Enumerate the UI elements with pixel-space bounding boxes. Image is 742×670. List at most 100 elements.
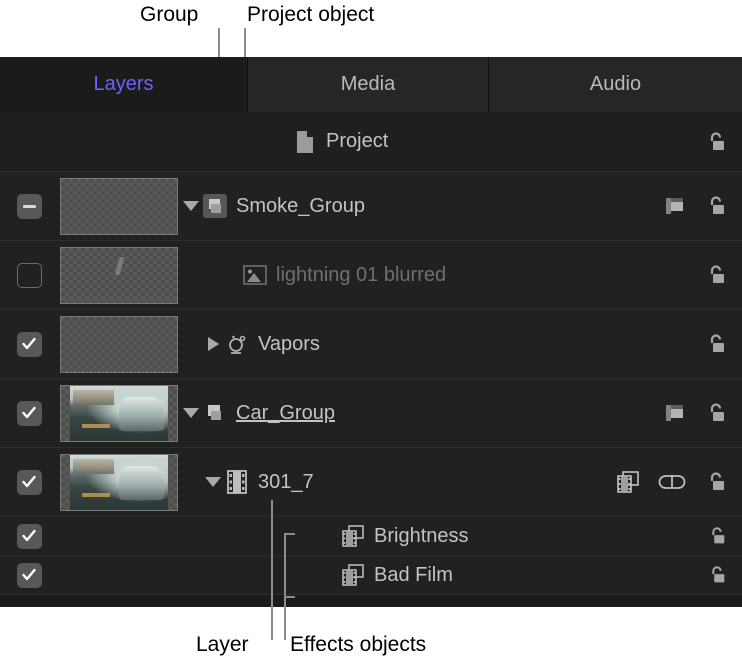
checkmark-icon bbox=[22, 568, 36, 581]
row-label: Vapors bbox=[258, 332, 320, 355]
unlock-icon[interactable] bbox=[704, 130, 728, 154]
unlock-icon[interactable] bbox=[704, 470, 728, 494]
row-name-cell: Bad Film bbox=[180, 563, 706, 587]
disclosure-triangle-open[interactable] bbox=[180, 408, 202, 418]
row-thumbnail bbox=[60, 315, 178, 373]
row-thumbnail-cell bbox=[58, 315, 180, 373]
filter-icon[interactable] bbox=[616, 470, 640, 494]
checkbox-dash-icon bbox=[22, 204, 36, 208]
row-thumbnail-cell bbox=[58, 177, 180, 235]
row-label: Project bbox=[326, 130, 389, 152]
checkmark-icon bbox=[22, 529, 36, 542]
row-enable-cell bbox=[0, 262, 58, 288]
table-row[interactable]: Vapors bbox=[0, 310, 742, 379]
unlock-icon[interactable] bbox=[704, 401, 728, 425]
annotation-effects-objects-label: Effects objects bbox=[290, 633, 427, 656]
group-icon bbox=[202, 193, 228, 219]
checkmark-icon bbox=[22, 337, 36, 350]
row-label: 301_7 bbox=[258, 470, 314, 493]
row-icons-cell bbox=[704, 130, 742, 154]
unlock-icon[interactable] bbox=[704, 263, 728, 287]
leader-bracket-bottom bbox=[284, 596, 295, 598]
row-enable-cell bbox=[0, 523, 58, 549]
disclosure-triangle-open[interactable] bbox=[202, 477, 224, 487]
row-icons-cell bbox=[704, 332, 742, 356]
row-icons-cell bbox=[616, 470, 742, 494]
row-enable-cell bbox=[0, 562, 58, 588]
thumbnail-car-image bbox=[70, 454, 168, 510]
row-thumbnail-cell bbox=[58, 246, 180, 304]
tab-audio-label: Audio bbox=[589, 73, 642, 95]
row-enable-checkbox[interactable] bbox=[16, 262, 42, 288]
unlock-icon[interactable] bbox=[706, 564, 728, 586]
row-thumbnail-cell bbox=[58, 453, 180, 511]
leader-line-effects bbox=[284, 533, 286, 640]
row-thumbnail-cell bbox=[58, 384, 180, 442]
tab-media[interactable]: Media bbox=[248, 57, 489, 112]
table-row[interactable]: Project bbox=[0, 112, 742, 172]
annotation-project-object-label: Project object bbox=[247, 3, 375, 26]
table-row[interactable]: Brightness bbox=[0, 517, 742, 556]
table-row[interactable]: lightning 01 blurred bbox=[0, 241, 742, 310]
mask-icon[interactable] bbox=[664, 195, 686, 217]
checkmark-icon bbox=[22, 406, 36, 419]
tab-media-label: Media bbox=[340, 73, 396, 95]
row-name-cell: 301_7 bbox=[180, 469, 616, 495]
row-label: Bad Film bbox=[374, 563, 453, 586]
row-name-cell: Project bbox=[180, 130, 704, 154]
row-enable-checkbox[interactable] bbox=[16, 469, 42, 495]
row-icons-cell bbox=[664, 194, 742, 218]
film-icon bbox=[224, 469, 250, 495]
checkmark-icon bbox=[22, 475, 36, 488]
unlock-icon[interactable] bbox=[704, 194, 728, 218]
row-enable-checkbox[interactable] bbox=[16, 193, 42, 219]
row-enable-checkbox[interactable] bbox=[16, 331, 42, 357]
layers-panel: Layers Media Audio Project Smoke_Group l… bbox=[0, 57, 742, 607]
table-row[interactable]: Bad Film bbox=[0, 556, 742, 595]
row-enable-checkbox[interactable] bbox=[16, 562, 42, 588]
row-name-cell: Car_Group bbox=[180, 400, 664, 426]
table-row[interactable]: Smoke_Group bbox=[0, 172, 742, 241]
thumbnail-car-image bbox=[70, 385, 168, 441]
link-icon[interactable] bbox=[658, 473, 686, 491]
thumbnail-lightning-mark bbox=[114, 257, 125, 276]
tab-audio[interactable]: Audio bbox=[489, 57, 742, 112]
tab-layers[interactable]: Layers bbox=[0, 57, 248, 112]
table-row[interactable]: Car_Group bbox=[0, 379, 742, 448]
row-enable-cell bbox=[0, 469, 58, 495]
mask-icon[interactable] bbox=[664, 402, 686, 424]
row-enable-cell bbox=[0, 400, 58, 426]
row-label[interactable]: Car_Group bbox=[236, 402, 335, 425]
row-enable-checkbox[interactable] bbox=[16, 523, 42, 549]
row-icons-cell bbox=[704, 263, 742, 287]
row-thumbnail bbox=[60, 384, 178, 442]
row-label: Smoke_Group bbox=[236, 194, 365, 217]
document-icon bbox=[292, 130, 318, 154]
annotation-group-label: Group bbox=[140, 3, 199, 26]
disclosure-triangle-open[interactable] bbox=[180, 201, 202, 211]
row-name-cell: Smoke_Group bbox=[180, 193, 664, 219]
row-icons-cell bbox=[706, 564, 742, 586]
effect-icon bbox=[340, 563, 366, 587]
leader-bracket-top bbox=[284, 533, 295, 535]
row-label: lightning 01 blurred bbox=[276, 263, 447, 286]
panel-tab-bar: Layers Media Audio bbox=[0, 57, 742, 112]
row-enable-checkbox[interactable] bbox=[16, 400, 42, 426]
leader-line-layer bbox=[271, 500, 273, 640]
image-icon bbox=[242, 265, 268, 285]
row-enable-cell bbox=[0, 331, 58, 357]
thumbnail-lane-marking bbox=[81, 493, 110, 497]
table-row[interactable]: 301_7 bbox=[0, 448, 742, 517]
thumbnail-lane-marking bbox=[81, 424, 110, 428]
group-icon bbox=[202, 400, 228, 426]
row-thumbnail bbox=[60, 177, 178, 235]
disclosure-triangle-closed[interactable] bbox=[202, 337, 224, 351]
unlock-icon[interactable] bbox=[704, 332, 728, 356]
tab-layers-label: Layers bbox=[93, 73, 154, 95]
annotation-layer-label: Layer bbox=[196, 633, 249, 656]
row-icons-cell bbox=[706, 525, 742, 547]
emitter-icon bbox=[224, 332, 250, 356]
unlock-icon[interactable] bbox=[706, 525, 728, 547]
row-name-cell: lightning 01 blurred bbox=[180, 264, 704, 287]
row-thumbnail bbox=[60, 246, 178, 304]
